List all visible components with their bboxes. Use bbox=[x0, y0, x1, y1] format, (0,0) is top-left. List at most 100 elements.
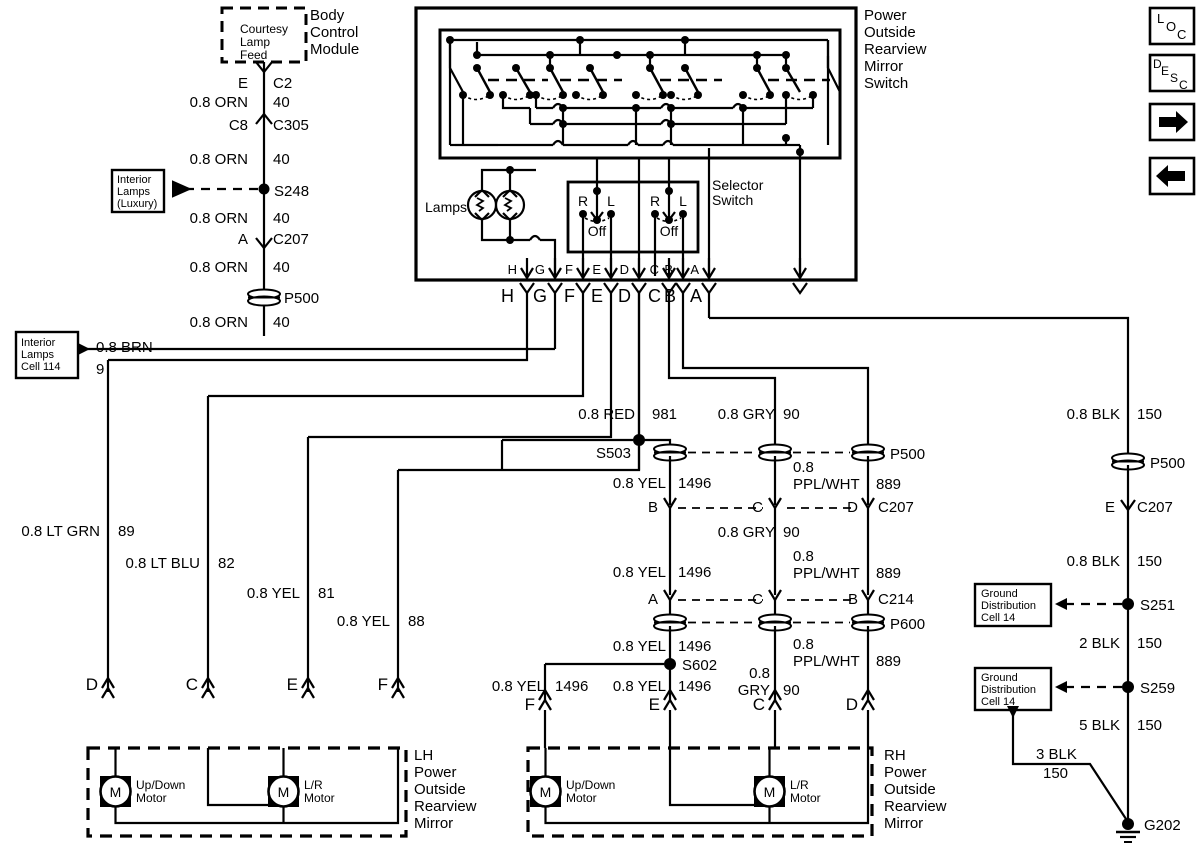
yel88-color: 0.8 YEL bbox=[337, 613, 390, 630]
rh-name-l4: Rearview bbox=[884, 798, 947, 815]
label-splice-s248: S248 bbox=[274, 183, 309, 200]
label-orn-w3: 0.8 ORN bbox=[190, 210, 248, 227]
pplwht2-num: 889 bbox=[876, 565, 901, 582]
rh-pin-c: C bbox=[753, 695, 765, 714]
label-pin-e: E bbox=[238, 75, 248, 92]
lh-name-l1: LH bbox=[414, 747, 433, 764]
rh-motor2-symbol: M bbox=[764, 784, 776, 800]
rh-motor1-l1: Up/Down bbox=[566, 778, 615, 792]
gry-top-num: 90 bbox=[783, 406, 800, 423]
gd2-line3: Cell 14 bbox=[981, 696, 1015, 708]
blk3-num: 150 bbox=[1137, 635, 1162, 652]
pplwht3-num: 889 bbox=[876, 653, 901, 670]
blk5-num: 150 bbox=[1043, 765, 1068, 782]
yel81-num: 81 bbox=[318, 585, 335, 602]
lamps-cell-line1: Interior bbox=[21, 337, 56, 349]
pplwht2-l2: PPL/WHT bbox=[793, 565, 860, 582]
pplwht3-l1: 0.8 bbox=[793, 636, 814, 653]
pplwht1-num: 889 bbox=[876, 476, 901, 493]
c214-pin-a: A bbox=[648, 591, 658, 608]
selector-right-l: L bbox=[679, 193, 687, 209]
blk-conn-c207: C207 bbox=[1137, 499, 1173, 516]
lh-name-l5: Mirror bbox=[414, 815, 453, 832]
splice-s503: S503 bbox=[596, 445, 631, 462]
bcm-name-line3: Module bbox=[310, 41, 359, 58]
pin-out-c: C bbox=[648, 286, 661, 306]
loc-letter-1: L bbox=[1157, 11, 1164, 26]
blk3-color: 2 BLK bbox=[1079, 635, 1120, 652]
label-conn-c2: C2 bbox=[273, 75, 292, 92]
ltblu-num: 82 bbox=[218, 555, 235, 572]
label-orn-w4-num: 40 bbox=[273, 259, 290, 276]
splice-s259: S259 bbox=[1140, 680, 1175, 697]
lh-motor2-l1: L/R bbox=[304, 778, 323, 792]
gry-mid-num: 90 bbox=[783, 524, 800, 541]
rh-motor2-l2: Motor bbox=[790, 791, 821, 805]
gry-mid-color: 0.8 GRY bbox=[718, 524, 775, 541]
yel88-num: 88 bbox=[408, 613, 425, 630]
pin-out-f: F bbox=[564, 286, 575, 306]
yel2-color: 0.8 YEL bbox=[613, 564, 666, 581]
gry-top-color: 0.8 GRY bbox=[718, 406, 775, 423]
blk5-color: 3 BLK bbox=[1036, 746, 1077, 763]
blk4-color: 5 BLK bbox=[1079, 717, 1120, 734]
pplwht2-l1: 0.8 bbox=[793, 548, 814, 565]
p500-connector-orn bbox=[247, 288, 281, 307]
lamps-cell-line2: Lamps bbox=[21, 349, 55, 361]
bcm-name-line2: Control bbox=[310, 24, 358, 41]
rh-name-l3: Outside bbox=[884, 781, 936, 798]
yel81-color: 0.8 YEL bbox=[247, 585, 300, 602]
desc-letter-4: C bbox=[1179, 78, 1188, 92]
rh-pin-e: E bbox=[649, 695, 660, 714]
red-num: 981 bbox=[652, 406, 677, 423]
pin-in-d: D bbox=[620, 262, 629, 277]
desc-letter-2: E bbox=[1161, 64, 1169, 78]
gd1-line1: Ground bbox=[981, 588, 1018, 600]
p500-row-label: P500 bbox=[890, 446, 925, 463]
desc-letter-3: S bbox=[1170, 71, 1178, 85]
yelF-color: 0.8 YEL bbox=[492, 678, 545, 695]
rh-motor2-l1: L/R bbox=[790, 778, 809, 792]
lh-name-l4: Rearview bbox=[414, 798, 477, 815]
pplwht1-l2: PPL/WHT bbox=[793, 476, 860, 493]
selector-right-r: R bbox=[650, 193, 660, 209]
c207-pin-d: D bbox=[847, 499, 858, 516]
ltgrn-num: 89 bbox=[118, 523, 135, 540]
selector-right-off: Off bbox=[660, 223, 679, 239]
yelE-color: 0.8 YEL bbox=[613, 678, 666, 695]
blk2-color: 0.8 BLK bbox=[1067, 553, 1120, 570]
splice-dot-s248 bbox=[258, 183, 270, 195]
gry-bot-l1: 0.8 bbox=[749, 665, 770, 682]
label-orn-w5-num: 40 bbox=[273, 314, 290, 331]
selector-label-line2: Switch bbox=[712, 192, 753, 208]
pin-out-g: G bbox=[533, 286, 547, 306]
label-orn-w2-num: 40 bbox=[273, 151, 290, 168]
splice-dot-s251 bbox=[1122, 598, 1134, 610]
switch-name-line2: Outside bbox=[864, 24, 916, 41]
yel1-num: 1496 bbox=[678, 475, 711, 492]
selector-label-line1: Selector bbox=[712, 177, 764, 193]
label-orn-w5: 0.8 ORN bbox=[190, 314, 248, 331]
lh-motor1-l1: Up/Down bbox=[136, 778, 185, 792]
red-color: 0.8 RED bbox=[578, 406, 635, 423]
yel3-num: 1496 bbox=[678, 638, 711, 655]
label-p500-orn: P500 bbox=[284, 290, 319, 307]
bcm-box-line2: Lamp bbox=[240, 35, 270, 49]
brn-color: 0.8 BRN bbox=[96, 339, 153, 356]
label-conn-c207: C207 bbox=[273, 231, 309, 248]
lh-name-l3: Outside bbox=[414, 781, 466, 798]
selector-left-r: R bbox=[578, 193, 588, 209]
pin-in-e: E bbox=[592, 262, 601, 277]
rh-name-l2: Power bbox=[884, 764, 927, 781]
c214-pin-b: B bbox=[848, 591, 858, 608]
selector-left-off: Off bbox=[588, 223, 607, 239]
label-pin-a: A bbox=[238, 231, 248, 248]
label-orn-w2: 0.8 ORN bbox=[190, 151, 248, 168]
pplwht3-l2: PPL/WHT bbox=[793, 653, 860, 670]
blk4-num: 150 bbox=[1137, 717, 1162, 734]
lamps-lux-line1: Interior bbox=[117, 174, 152, 186]
lh-pin-c: C bbox=[186, 675, 198, 694]
ltgrn-color: 0.8 LT GRN bbox=[21, 523, 100, 540]
c207-pin-b: B bbox=[648, 499, 658, 516]
lamps-label: Lamps bbox=[425, 199, 467, 215]
